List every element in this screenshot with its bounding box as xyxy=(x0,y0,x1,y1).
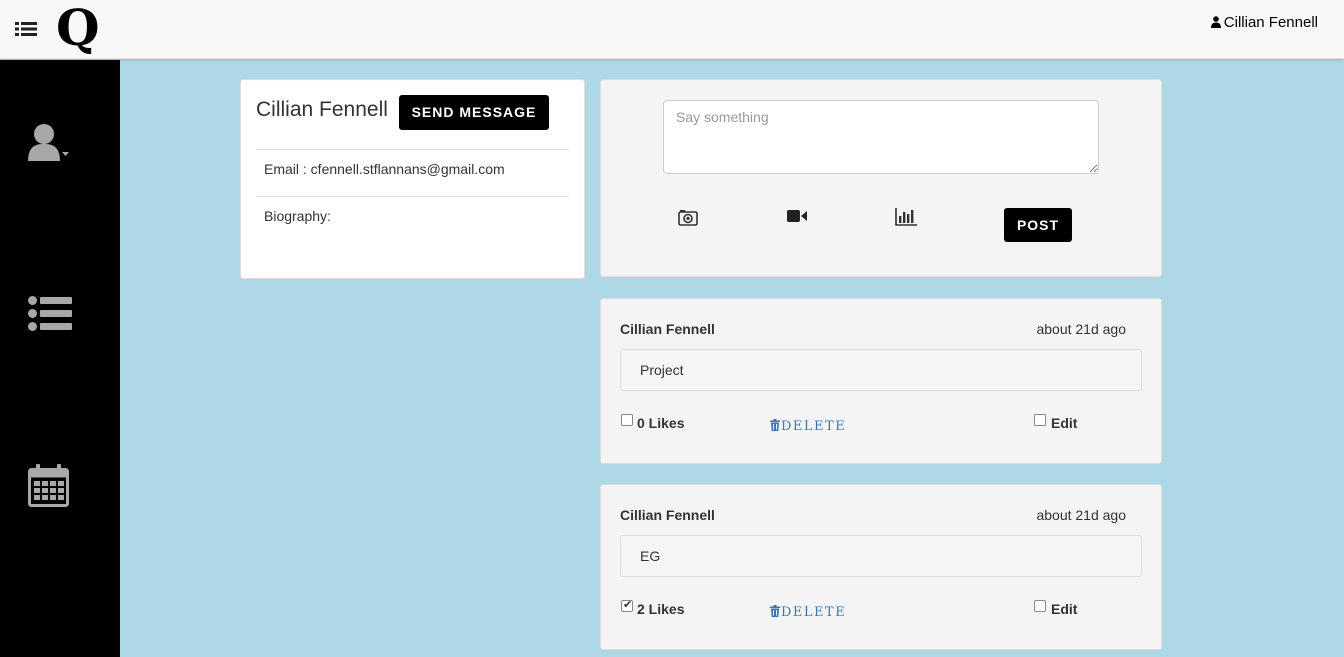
edit-label: Edit xyxy=(1051,601,1078,617)
post-input[interactable] xyxy=(663,100,1099,174)
list-icon xyxy=(28,296,72,331)
divider xyxy=(256,196,569,197)
profile-biography-label: Biography: xyxy=(264,208,331,224)
delete-post-link[interactable]: DELETE xyxy=(770,419,846,434)
post-author[interactable]: Cillian Fennell xyxy=(620,507,715,523)
user-name: Cillian Fennell xyxy=(1223,14,1318,31)
edit-label: Edit xyxy=(1051,415,1078,431)
post-timestamp: about 21d ago xyxy=(1036,507,1126,523)
profile-email: Email : cfennell.stflannans@gmail.com xyxy=(264,161,505,177)
like-checkbox[interactable] xyxy=(621,598,633,612)
trash-icon xyxy=(770,419,780,431)
camera-icon[interactable] xyxy=(678,208,698,229)
delete-label: DELETE xyxy=(781,419,847,434)
post-composer: POST xyxy=(600,79,1162,277)
send-message-button[interactable]: SEND MESSAGE xyxy=(399,95,549,130)
top-navbar: Q Cillian Fennell xyxy=(0,0,1344,59)
user-icon xyxy=(1210,16,1221,28)
sidebar-item-profile[interactable] xyxy=(28,123,72,166)
sidebar xyxy=(0,60,120,657)
post-content: EG xyxy=(620,535,1142,577)
delete-post-link[interactable]: DELETE xyxy=(770,605,846,620)
post-content: Project xyxy=(620,349,1142,391)
profile-card: Cillian Fennell SEND MESSAGE Email : cfe… xyxy=(240,79,585,279)
menu-toggle-icon[interactable] xyxy=(15,20,37,38)
edit-checkbox[interactable] xyxy=(1034,414,1046,426)
divider xyxy=(256,149,569,150)
calendar-icon xyxy=(28,464,69,507)
sidebar-item-list[interactable] xyxy=(28,296,72,335)
trash-icon xyxy=(770,605,780,617)
chart-icon[interactable] xyxy=(895,208,917,229)
user-menu-link[interactable]: Cillian Fennell xyxy=(1210,14,1318,31)
edit-checkbox[interactable] xyxy=(1034,600,1046,612)
post-card: Cillian Fennell about 21d ago EG 2 Likes… xyxy=(600,484,1162,650)
post-timestamp: about 21d ago xyxy=(1036,321,1126,337)
delete-label: DELETE xyxy=(781,605,847,620)
video-icon[interactable] xyxy=(787,208,807,227)
app-logo[interactable]: Q xyxy=(56,2,100,54)
sidebar-item-calendar[interactable] xyxy=(28,464,70,511)
post-author[interactable]: Cillian Fennell xyxy=(620,321,715,337)
post-button[interactable]: POST xyxy=(1004,208,1072,242)
likes-count: 2 Likes xyxy=(637,601,685,617)
post-card: Cillian Fennell about 21d ago Project 0 … xyxy=(600,298,1162,464)
profile-name: Cillian Fennell xyxy=(256,98,388,121)
user-icon xyxy=(28,124,69,161)
like-checkbox[interactable] xyxy=(621,414,633,426)
likes-count: 0 Likes xyxy=(637,415,685,431)
